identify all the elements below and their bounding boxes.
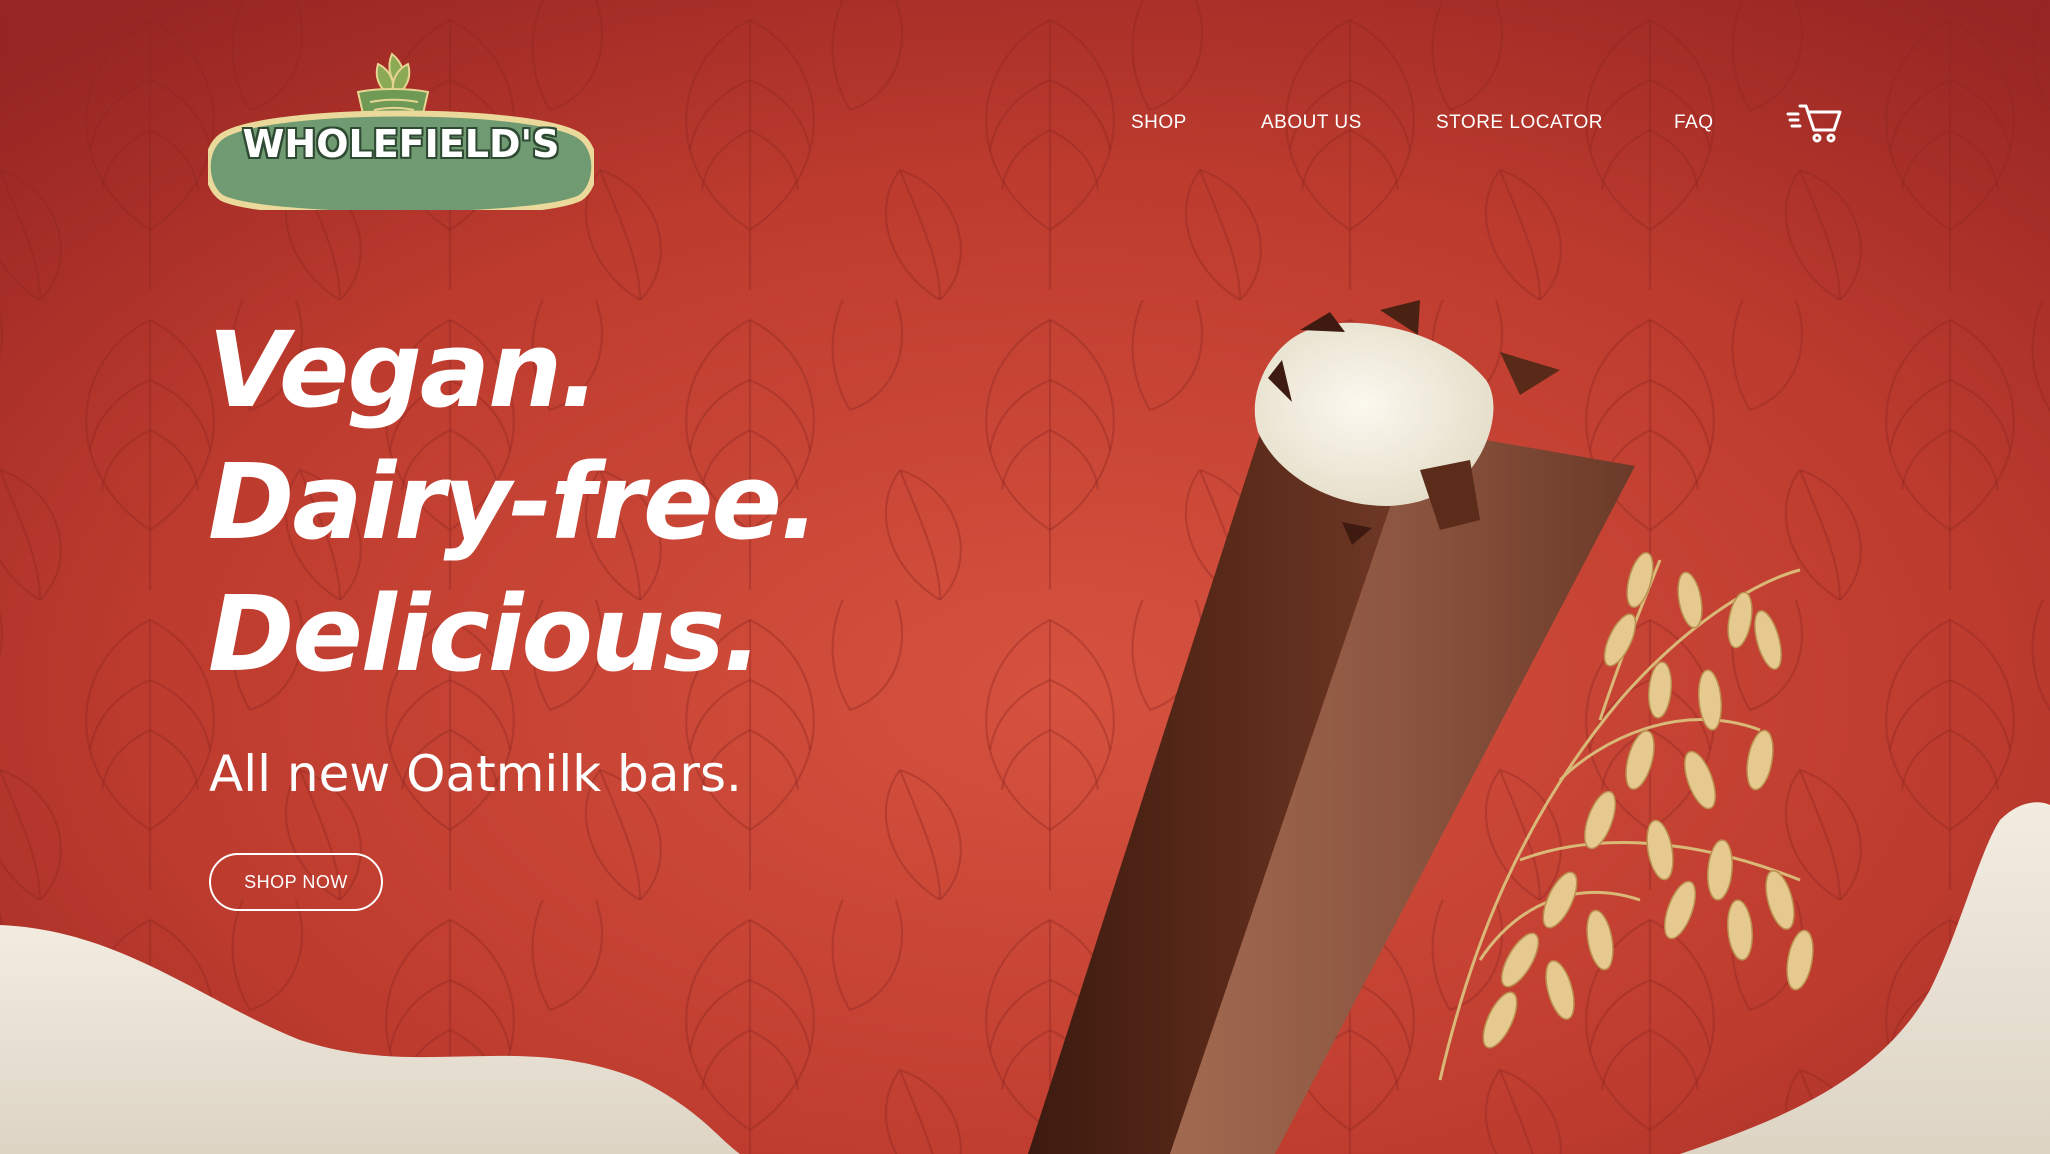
cart-glyph — [1786, 104, 1842, 143]
nav-shop-link[interactable]: SHOP — [1131, 112, 1187, 134]
nav-about-us-link[interactable]: ABOUT US — [1261, 112, 1362, 134]
headline-vegan: Vegan. — [208, 309, 600, 431]
shopping-cart-icon[interactable] — [1786, 102, 1842, 144]
shop-now-button[interactable]: SHOP NOW — [209, 853, 383, 911]
headline-delicious: Delicious. — [208, 573, 762, 695]
logo-wordmark: WHOLEFIELD'S — [242, 122, 560, 166]
brand-logo[interactable]: WHOLEFIELD'S — [208, 44, 594, 210]
leaf-emblem — [356, 52, 430, 120]
subheadline: All new Oatmilk bars. — [209, 745, 742, 803]
headline-dairy-free: Dairy-free. — [208, 441, 820, 563]
nav-faq-link[interactable]: FAQ — [1674, 112, 1714, 134]
nav-store-locator-link[interactable]: STORE LOCATOR — [1436, 112, 1603, 134]
